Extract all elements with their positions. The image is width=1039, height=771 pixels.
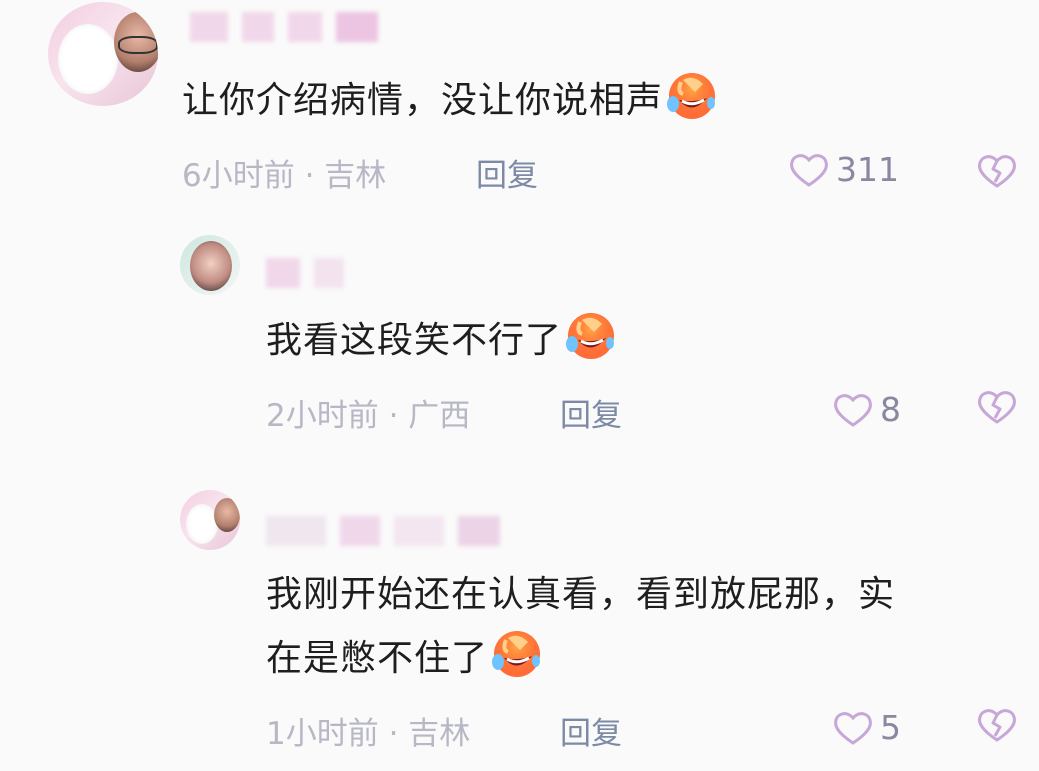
comment-text: 我刚开始还在认真看，看到放屁那，实 [266,566,895,624]
dog-photo [58,24,118,94]
username-redacted[interactable] [266,258,358,288]
avatar[interactable] [180,490,240,550]
like-count: 311 [836,150,899,189]
laughing-emoji-icon [564,310,616,362]
glasses-detail [118,36,158,54]
comment-text: 让你介绍病情，没让你说相声 [182,70,717,130]
comment-text-content: 我看这段笑不行了 [266,320,563,361]
reply-button[interactable]: 回复 [560,390,622,435]
comment-item: 让你介绍病情，没让你说相声 6小时前 · 吉林 回复 311 [0,0,1039,250]
like-button[interactable]: 8 [832,390,901,429]
like-count: 5 [880,708,901,747]
heart-icon [832,391,874,429]
comment-text-line2: 在是憋不住了 [266,638,489,679]
laughing-emoji-icon [490,628,542,680]
like-button[interactable]: 5 [832,708,901,747]
like-button[interactable]: 311 [788,150,899,189]
broken-heart-icon[interactable] [976,152,1018,190]
broken-heart-icon[interactable] [976,388,1018,426]
username-redacted[interactable] [266,516,514,546]
face-photo [214,498,240,532]
like-count: 8 [880,390,901,429]
avatar[interactable] [48,2,158,106]
dog-photo [186,504,218,544]
comment-item: 我看这段笑不行了 2小时前 · 广西 回复 8 [0,230,1039,480]
username-redacted[interactable] [190,12,392,42]
avatar[interactable] [180,235,240,295]
comment-text-line1: 我刚开始还在认真看，看到放屁那，实 [266,574,896,615]
reply-button[interactable]: 回复 [560,708,622,753]
reply-button[interactable]: 回复 [476,150,538,195]
comment-meta: 2小时前 · 广西 [266,398,471,434]
comment-item: 我刚开始还在认真看，看到放屁那，实 在是憋不住了 1小时前 · 吉林 回复 5 [0,480,1039,771]
face-photo [190,241,232,291]
heart-icon [788,151,830,189]
comment-text: 在是憋不住了 [266,628,542,688]
laughing-emoji-icon [665,70,717,122]
comment-text-content: 让你介绍病情，没让你说相声 [182,80,664,121]
comment-text: 我看这段笑不行了 [266,310,616,370]
comment-meta: 1小时前 · 吉林 [266,716,471,752]
broken-heart-icon[interactable] [976,706,1018,744]
comment-meta: 6小时前 · 吉林 [182,158,387,194]
heart-icon [832,709,874,747]
